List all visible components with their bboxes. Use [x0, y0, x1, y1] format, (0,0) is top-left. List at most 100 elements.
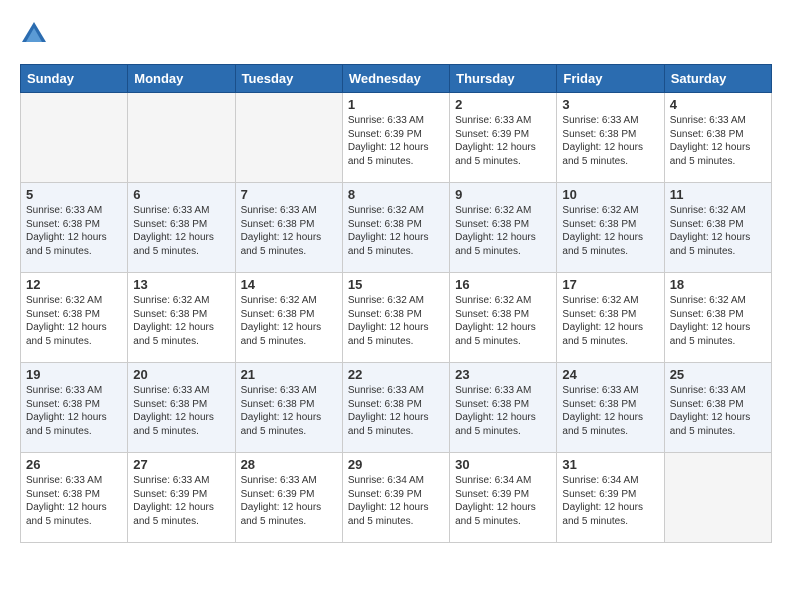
calendar-cell: 30 Sunrise: 6:34 AM Sunset: 6:39 PM Dayli…	[450, 453, 557, 543]
cell-info: Sunrise: 6:33 AM Sunset: 6:38 PM Dayligh…	[455, 384, 551, 438]
cell-info: Sunrise: 6:32 AM Sunset: 6:38 PM Dayligh…	[133, 294, 229, 348]
day-number: 30	[455, 457, 551, 472]
calendar-cell: 26 Sunrise: 6:33 AM Sunset: 6:38 PM Dayli…	[21, 453, 128, 543]
logo-icon	[20, 20, 48, 48]
day-number: 24	[562, 367, 658, 382]
day-header-row: SundayMondayTuesdayWednesdayThursdayFrid…	[21, 65, 772, 93]
cell-info: Sunrise: 6:32 AM Sunset: 6:38 PM Dayligh…	[26, 294, 122, 348]
day-number: 7	[241, 187, 337, 202]
day-header-tuesday: Tuesday	[235, 65, 342, 93]
cell-info: Sunrise: 6:33 AM Sunset: 6:38 PM Dayligh…	[133, 204, 229, 258]
day-number: 26	[26, 457, 122, 472]
cell-info: Sunrise: 6:34 AM Sunset: 6:39 PM Dayligh…	[455, 474, 551, 528]
cell-info: Sunrise: 6:33 AM Sunset: 6:38 PM Dayligh…	[670, 114, 766, 168]
logo	[20, 20, 50, 48]
day-number: 13	[133, 277, 229, 292]
day-header-saturday: Saturday	[664, 65, 771, 93]
calendar-cell	[21, 93, 128, 183]
calendar-cell: 2 Sunrise: 6:33 AM Sunset: 6:39 PM Daylig…	[450, 93, 557, 183]
day-number: 14	[241, 277, 337, 292]
calendar-cell: 23Sunrise: 6:33 AM Sunset: 6:38 PM Dayli…	[450, 363, 557, 453]
calendar-cell: 5 Sunrise: 6:33 AM Sunset: 6:38 PM Daylig…	[21, 183, 128, 273]
calendar-cell	[664, 453, 771, 543]
cell-info: Sunrise: 6:32 AM Sunset: 6:38 PM Dayligh…	[348, 294, 444, 348]
day-header-friday: Friday	[557, 65, 664, 93]
cell-info: Sunrise: 6:33 AM Sunset: 6:38 PM Dayligh…	[133, 384, 229, 438]
cell-info: Sunrise: 6:34 AM Sunset: 6:39 PM Dayligh…	[348, 474, 444, 528]
day-number: 4	[670, 97, 766, 112]
day-number: 20	[133, 367, 229, 382]
cell-info: Sunrise: 6:33 AM Sunset: 6:39 PM Dayligh…	[133, 474, 229, 528]
cell-info: Sunrise: 6:33 AM Sunset: 6:38 PM Dayligh…	[670, 384, 766, 438]
cell-info: Sunrise: 6:33 AM Sunset: 6:39 PM Dayligh…	[241, 474, 337, 528]
calendar-cell: 7 Sunrise: 6:33 AM Sunset: 6:38 PM Daylig…	[235, 183, 342, 273]
calendar-cell: 17Sunrise: 6:32 AM Sunset: 6:38 PM Dayli…	[557, 273, 664, 363]
cell-info: Sunrise: 6:33 AM Sunset: 6:38 PM Dayligh…	[26, 384, 122, 438]
cell-info: Sunrise: 6:33 AM Sunset: 6:38 PM Dayligh…	[26, 204, 122, 258]
day-number: 29	[348, 457, 444, 472]
calendar-cell: 11Sunrise: 6:32 AM Sunset: 6:38 PM Dayli…	[664, 183, 771, 273]
calendar-cell: 12 Sunrise: 6:32 AM Sunset: 6:38 PM Dayli…	[21, 273, 128, 363]
day-number: 3	[562, 97, 658, 112]
calendar-cell: 21 Sunrise: 6:33 AM Sunset: 6:38 PM Dayli…	[235, 363, 342, 453]
cell-info: Sunrise: 6:33 AM Sunset: 6:38 PM Dayligh…	[26, 474, 122, 528]
calendar-cell: 31 Sunrise: 6:34 AM Sunset: 6:39 PM Dayli…	[557, 453, 664, 543]
day-number: 6	[133, 187, 229, 202]
calendar-cell: 8 Sunrise: 6:32 AM Sunset: 6:38 PM Daylig…	[342, 183, 449, 273]
day-header-wednesday: Wednesday	[342, 65, 449, 93]
day-number: 19	[26, 367, 122, 382]
calendar-cell: 27 Sunrise: 6:33 AM Sunset: 6:39 PM Dayli…	[128, 453, 235, 543]
cell-info: Sunrise: 6:33 AM Sunset: 6:38 PM Dayligh…	[241, 384, 337, 438]
day-number: 12	[26, 277, 122, 292]
calendar-cell: 15 Sunrise: 6:32 AM Sunset: 6:38 PM Dayli…	[342, 273, 449, 363]
calendar-cell: 3 Sunrise: 6:33 AM Sunset: 6:38 PM Daylig…	[557, 93, 664, 183]
cell-info: Sunrise: 6:32 AM Sunset: 6:38 PM Dayligh…	[562, 204, 658, 258]
calendar-week-2: 5 Sunrise: 6:33 AM Sunset: 6:38 PM Daylig…	[21, 183, 772, 273]
day-number: 27	[133, 457, 229, 472]
day-number: 31	[562, 457, 658, 472]
calendar-cell: 28 Sunrise: 6:33 AM Sunset: 6:39 PM Dayli…	[235, 453, 342, 543]
cell-info: Sunrise: 6:33 AM Sunset: 6:38 PM Dayligh…	[348, 384, 444, 438]
day-number: 8	[348, 187, 444, 202]
calendar-week-5: 26 Sunrise: 6:33 AM Sunset: 6:38 PM Dayli…	[21, 453, 772, 543]
cell-info: Sunrise: 6:33 AM Sunset: 6:38 PM Dayligh…	[241, 204, 337, 258]
day-header-sunday: Sunday	[21, 65, 128, 93]
calendar-week-1: 1Sunrise: 6:33 AM Sunset: 6:39 PM Daylig…	[21, 93, 772, 183]
cell-info: Sunrise: 6:32 AM Sunset: 6:38 PM Dayligh…	[455, 204, 551, 258]
cell-info: Sunrise: 6:33 AM Sunset: 6:39 PM Dayligh…	[348, 114, 444, 168]
calendar-cell: 25 Sunrise: 6:33 AM Sunset: 6:38 PM Dayli…	[664, 363, 771, 453]
cell-info: Sunrise: 6:32 AM Sunset: 6:38 PM Dayligh…	[670, 204, 766, 258]
calendar-cell: 4 Sunrise: 6:33 AM Sunset: 6:38 PM Daylig…	[664, 93, 771, 183]
cell-info: Sunrise: 6:32 AM Sunset: 6:38 PM Dayligh…	[670, 294, 766, 348]
calendar-cell: 9 Sunrise: 6:32 AM Sunset: 6:38 PM Daylig…	[450, 183, 557, 273]
calendar-cell	[128, 93, 235, 183]
calendar-cell: 6 Sunrise: 6:33 AM Sunset: 6:38 PM Daylig…	[128, 183, 235, 273]
calendar-cell: 1Sunrise: 6:33 AM Sunset: 6:39 PM Daylig…	[342, 93, 449, 183]
day-number: 22	[348, 367, 444, 382]
day-number: 28	[241, 457, 337, 472]
calendar-week-3: 12 Sunrise: 6:32 AM Sunset: 6:38 PM Dayli…	[21, 273, 772, 363]
day-number: 2	[455, 97, 551, 112]
page-header	[20, 20, 772, 48]
calendar-cell: 22 Sunrise: 6:33 AM Sunset: 6:38 PM Dayli…	[342, 363, 449, 453]
calendar-cell: 16Sunrise: 6:32 AM Sunset: 6:38 PM Dayli…	[450, 273, 557, 363]
day-number: 18	[670, 277, 766, 292]
cell-info: Sunrise: 6:33 AM Sunset: 6:38 PM Dayligh…	[562, 384, 658, 438]
calendar-week-4: 19 Sunrise: 6:33 AM Sunset: 6:38 PM Dayli…	[21, 363, 772, 453]
day-number: 9	[455, 187, 551, 202]
day-number: 15	[348, 277, 444, 292]
calendar-cell: 24 Sunrise: 6:33 AM Sunset: 6:38 PM Dayli…	[557, 363, 664, 453]
day-number: 5	[26, 187, 122, 202]
day-header-thursday: Thursday	[450, 65, 557, 93]
cell-info: Sunrise: 6:34 AM Sunset: 6:39 PM Dayligh…	[562, 474, 658, 528]
cell-info: Sunrise: 6:33 AM Sunset: 6:38 PM Dayligh…	[562, 114, 658, 168]
cell-info: Sunrise: 6:32 AM Sunset: 6:38 PM Dayligh…	[241, 294, 337, 348]
day-header-monday: Monday	[128, 65, 235, 93]
day-number: 25	[670, 367, 766, 382]
calendar-table: SundayMondayTuesdayWednesdayThursdayFrid…	[20, 64, 772, 543]
cell-info: Sunrise: 6:32 AM Sunset: 6:38 PM Dayligh…	[348, 204, 444, 258]
day-number: 21	[241, 367, 337, 382]
cell-info: Sunrise: 6:32 AM Sunset: 6:38 PM Dayligh…	[455, 294, 551, 348]
calendar-cell	[235, 93, 342, 183]
cell-info: Sunrise: 6:33 AM Sunset: 6:39 PM Dayligh…	[455, 114, 551, 168]
